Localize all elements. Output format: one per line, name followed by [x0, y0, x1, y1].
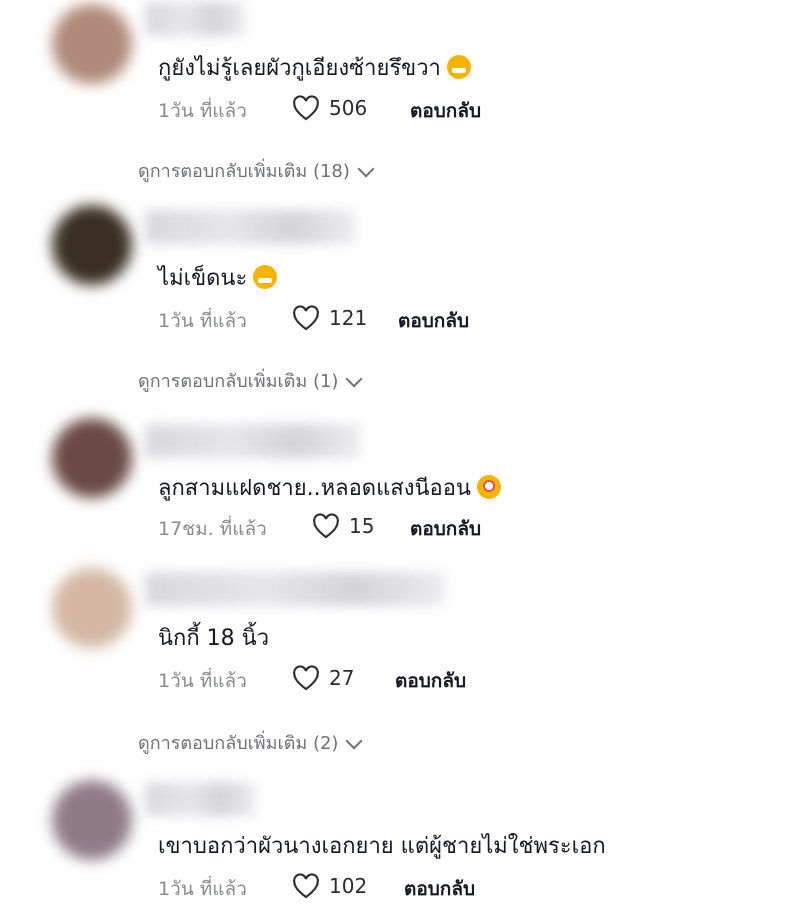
username[interactable] [145, 424, 360, 458]
reply-button[interactable]: ตอบกลับ [404, 874, 475, 904]
comment-text-content: เขาบอกว่าผัวนางเอกยาย แต่ผู้ชายไม่ใช่พระ… [158, 834, 606, 859]
grinning-emoji-icon [446, 55, 471, 79]
reply-button[interactable]: ตอบกลับ [395, 666, 466, 696]
reply-button[interactable]: ตอบกลับ [398, 306, 469, 336]
username[interactable] [145, 572, 445, 606]
comment-text: ไม่เข็ดนะ [158, 260, 278, 295]
comment-time: 1วัน ที่แล้ว [158, 670, 247, 692]
avatar[interactable] [52, 568, 132, 648]
comment-text: กูยังไม่รู้เลยผัวกูเอียงซ้ายรึขวา [158, 50, 471, 85]
like-count: 506 [329, 96, 368, 120]
heart-icon[interactable] [292, 305, 320, 331]
view-more-replies-label: ดูการตอบกลับเพิ่มเติม (18) [138, 161, 350, 182]
comment-time: 1วัน ที่แล้ว [158, 878, 247, 900]
heart-icon[interactable] [312, 513, 340, 539]
smiling-emoji-icon [253, 265, 278, 289]
like-count: 102 [329, 874, 368, 898]
view-more-replies[interactable]: ดูการตอบกลับเพิ่มเติม (1) [138, 366, 363, 395]
like-count: 15 [349, 514, 375, 538]
username[interactable] [145, 782, 255, 816]
avatar[interactable] [52, 4, 132, 84]
username[interactable] [145, 210, 355, 244]
flushed-emoji-icon [476, 475, 501, 499]
like-count: 121 [329, 306, 368, 330]
chevron-down-icon [357, 160, 375, 178]
chevron-down-icon [345, 732, 363, 750]
heart-icon[interactable] [292, 665, 320, 691]
comment-text-content: นิกกี้ 18 นิ้ว [158, 626, 270, 651]
comment-time: 1วัน ที่แล้ว [158, 310, 247, 332]
comment-text-content: ไม่เข็ดนะ [158, 266, 248, 291]
view-more-replies-label: ดูการตอบกลับเพิ่มเติม (1) [138, 371, 339, 392]
username[interactable] [145, 2, 245, 36]
comment-time: 17ชม. ที่แล้ว [158, 518, 267, 540]
comment-text-content: ลูกสามแฝดชาย..หลอดแสงนีออน [158, 476, 471, 501]
view-more-replies[interactable]: ดูการตอบกลับเพิ่มเติม (2) [138, 728, 363, 757]
chevron-down-icon [345, 370, 363, 388]
view-more-replies[interactable]: ดูการตอบกลับเพิ่มเติม (18) [138, 156, 375, 185]
reply-button[interactable]: ตอบกลับ [410, 96, 481, 126]
like-count: 27 [329, 666, 355, 690]
view-more-replies-label: ดูการตอบกลับเพิ่มเติม (2) [138, 733, 339, 754]
comment-text: เขาบอกว่าผัวนางเอกยาย แต่ผู้ชายไม่ใช่พระ… [158, 828, 606, 863]
heart-icon[interactable] [292, 95, 320, 121]
comment-text-content: กูยังไม่รู้เลยผัวกูเอียงซ้ายรึขวา [158, 56, 441, 81]
heart-icon[interactable] [292, 873, 320, 899]
comment-text: นิกกี้ 18 นิ้ว [158, 620, 269, 655]
comment-time: 1วัน ที่แล้ว [158, 100, 247, 122]
avatar[interactable] [52, 418, 132, 498]
reply-button[interactable]: ตอบกลับ [410, 514, 481, 544]
avatar[interactable] [52, 780, 132, 860]
comment-text: ลูกสามแฝดชาย..หลอดแสงนีออน [158, 470, 501, 505]
avatar[interactable] [52, 205, 132, 285]
